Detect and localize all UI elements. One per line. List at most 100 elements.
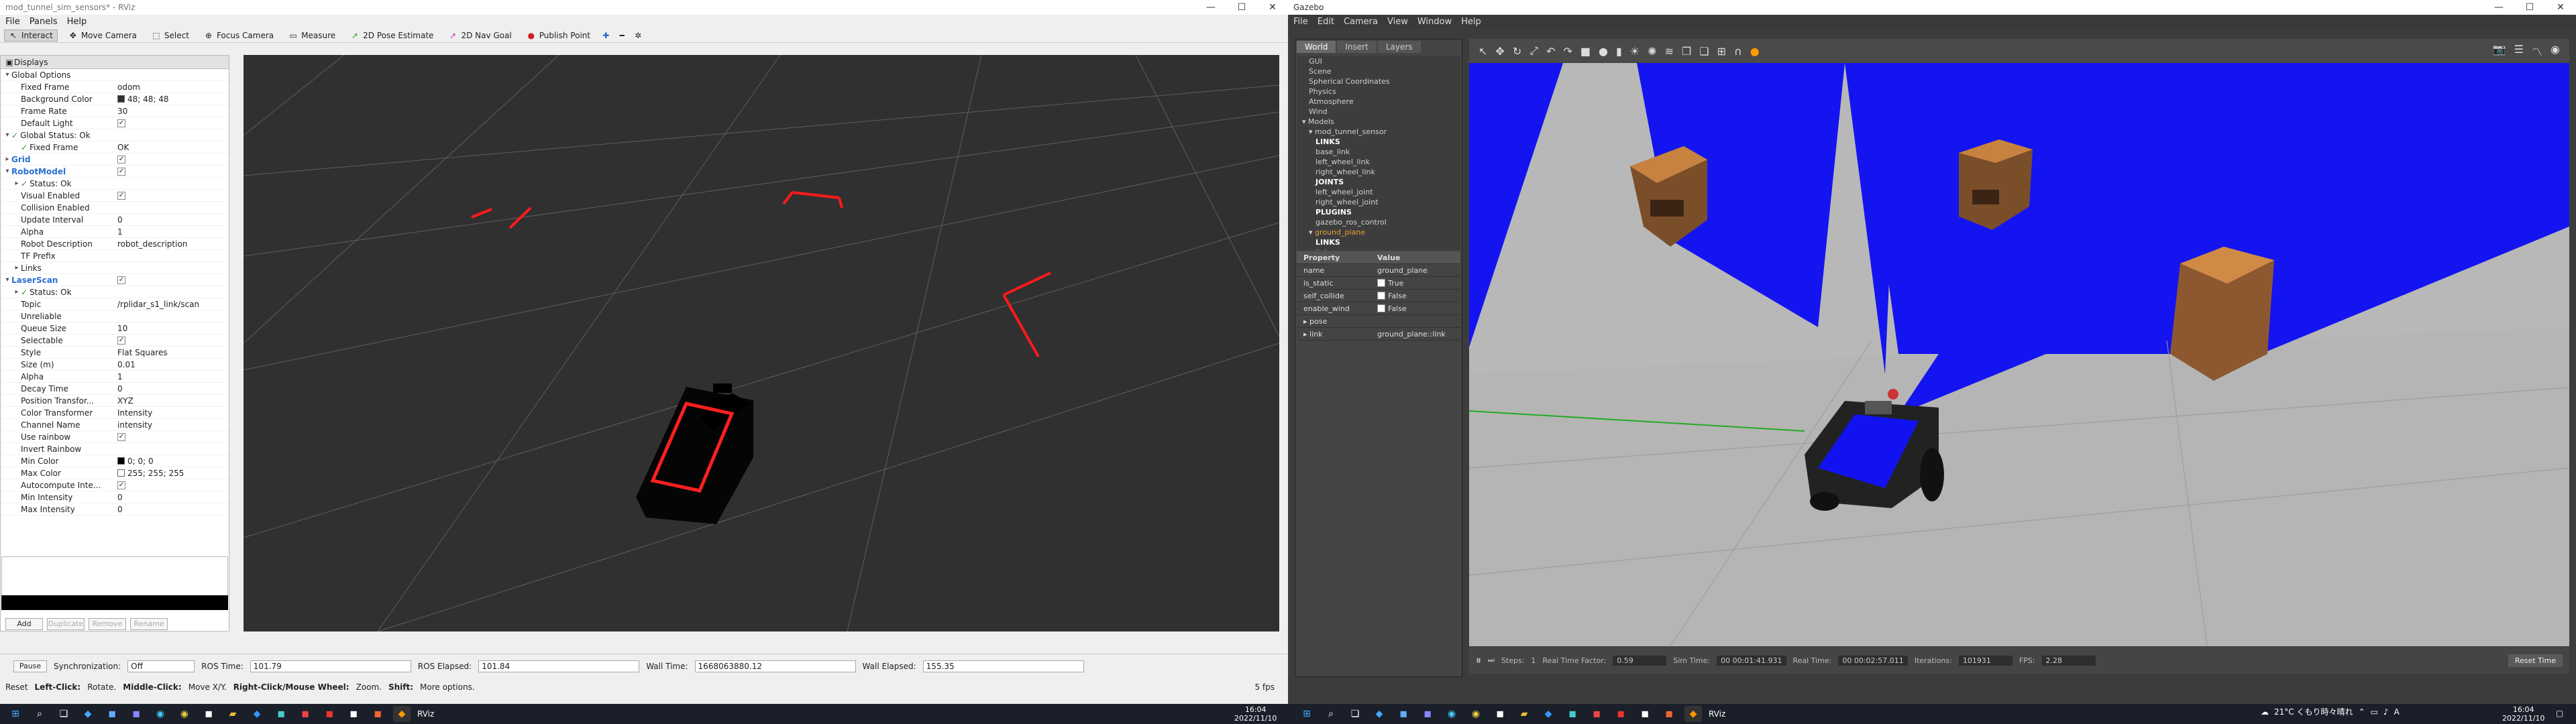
taskview-icon[interactable]: ❏ [1346,706,1364,722]
gazebo-3d-view[interactable] [1469,39,2569,646]
display-row-value[interactable]: intensity [115,420,229,430]
app-icon[interactable]: ◼ [272,706,290,722]
rename-button[interactable]: Rename [130,618,168,630]
settings-icon[interactable]: ✲ [633,31,643,40]
expand-arrow-icon[interactable]: ▸ [13,288,21,296]
expand-arrow-icon[interactable]: ▸ [1303,317,1309,326]
display-row-value[interactable]: 255; 255; 255 [115,469,229,478]
taskview-icon[interactable]: ❏ [55,706,72,722]
checkbox[interactable]: ✓ [117,167,125,176]
vscode-icon[interactable]: ◆ [248,706,266,722]
expand-arrow-icon[interactable]: ▸ [1303,330,1309,339]
tree-item[interactable]: Spherical Coordinates [1302,77,1455,87]
property-row[interactable]: ▸ pose [1297,315,1460,328]
display-row[interactable]: Visual Enabled ✓ [1,190,229,202]
plot-icon[interactable]: 〽 [2532,43,2542,59]
3d-viewport[interactable] [244,55,1279,631]
tree-item[interactable]: PLUGINS [1302,208,1455,218]
ime-icon[interactable]: A [2394,707,2400,717]
reset-time-button[interactable]: Reset Time [2508,654,2563,667]
display-row[interactable]: Style Flat Squares [1,347,229,359]
minimize-icon[interactable]: — [2483,2,2514,13]
app-icon[interactable]: ◼ [103,706,121,722]
display-row-value[interactable]: Flat Squares [115,348,229,357]
play-icon[interactable]: ⏸ [1476,654,1481,667]
display-row[interactable]: Topic/rplidar_s1_link/scan [1,298,229,310]
display-row-value[interactable]: 0 [115,505,229,514]
tree-item[interactable]: Physics [1302,87,1455,97]
checkbox[interactable]: ✓ [117,119,125,127]
display-row-value[interactable]: ✓ [115,191,229,200]
chrome-icon[interactable]: ◉ [176,706,193,722]
move-camera-tool[interactable]: ✥ Move Camera [64,30,141,41]
expand-arrow-icon[interactable]: ▾ [3,276,11,284]
close-icon[interactable]: ✕ [2545,2,2576,13]
video-icon[interactable]: ◉ [2551,43,2560,59]
screenshot-icon[interactable]: 📷 [2493,43,2506,59]
app-icon[interactable]: ◼ [369,706,386,722]
display-row[interactable]: ▸ Grid ✓ [1,154,229,166]
search-icon[interactable]: ⌕ [31,706,48,722]
focus-camera-tool[interactable]: ⊕ Focus Camera [200,30,278,41]
explorer-icon[interactable]: ▰ [1515,706,1533,722]
display-row[interactable]: Color Transformer Intensity [1,407,229,419]
tree-item[interactable]: link [1302,248,1455,250]
display-row[interactable]: Alpha 1 [1,371,229,383]
display-row[interactable]: Use rainbow ✓ [1,431,229,443]
paste-icon[interactable]: ❏ [1699,45,1709,58]
menu-window[interactable]: Window [1417,17,1452,27]
add-button[interactable]: Add [5,618,43,630]
property-row[interactable]: enable_wind False [1297,302,1460,315]
rviz-task-label[interactable]: RViz [417,709,434,719]
tree-item[interactable]: ▾ mod_tunnel_sensor [1302,127,1455,137]
box-icon[interactable]: ■ [1580,45,1591,58]
vscode-icon[interactable]: ◆ [1540,706,1557,722]
windows-start-icon[interactable]: ⊞ [1298,706,1316,722]
interact-tool[interactable]: ↖ Interact [4,29,58,42]
property-row[interactable]: is_static ✓ True [1297,277,1460,290]
cylinder-icon[interactable]: ▮ [1616,45,1622,58]
expand-arrow-icon[interactable]: ▸ [13,180,21,187]
display-row[interactable]: Min Intensity 0 [1,491,229,503]
speaker-icon[interactable]: ♪ [2383,707,2389,717]
display-row[interactable]: ▸ Links [1,262,229,274]
display-row-value[interactable]: ✓ [115,336,229,345]
windows-start-icon[interactable]: ⊞ [7,706,24,722]
minimize-icon[interactable]: — [1195,2,1226,13]
app-icon[interactable]: ◼ [1491,706,1509,722]
display-row[interactable]: Selectable ✓ [1,335,229,347]
reset-button[interactable]: Reset [5,682,28,692]
pose-estimate-tool[interactable]: ➚ 2D Pose Estimate [346,30,437,41]
nav-goal-tool[interactable]: ➚ 2D Nav Goal [444,30,515,41]
tree-arrow-icon[interactable]: ▾ [1309,127,1315,136]
step-icon[interactable]: ⏭ [1488,656,1495,665]
display-row[interactable]: Alpha 1 [1,226,229,238]
display-row[interactable]: Frame Rate 30 [1,105,229,117]
align-icon[interactable]: ⊞ [1717,45,1726,58]
display-row-value[interactable]: 30 [115,107,229,116]
app-icon[interactable]: ◼ [1636,706,1654,722]
tree-item[interactable]: left_wheel_joint [1302,188,1455,198]
tree-item[interactable]: Atmosphere [1302,97,1455,107]
display-row[interactable]: ▸ ✓ Status: Ok [1,178,229,190]
copy-icon[interactable]: ❐ [1682,45,1691,58]
display-row[interactable]: Unreliable [1,310,229,322]
checkbox[interactable] [1377,304,1385,312]
pdf-icon[interactable]: ◼ [1612,706,1629,722]
tree-item[interactable]: left_wheel_link [1302,158,1455,168]
undo-icon[interactable]: ↶ [1546,45,1555,58]
rotate-icon[interactable]: ↻ [1513,45,1521,58]
property-row[interactable]: ▸ link ground_plane::link [1297,328,1460,341]
tree-item[interactable]: Wind [1302,107,1455,117]
display-row-value[interactable]: 0; 0; 0 [115,457,229,466]
display-row[interactable]: Update Interval 0 [1,214,229,226]
checkbox[interactable]: ✓ [117,481,125,489]
publish-point-tool[interactable]: ● Publish Point [523,30,594,41]
network-icon[interactable]: ▭ [2371,707,2378,717]
tree-item[interactable]: ▾ ground_plane [1302,228,1455,238]
menu-view[interactable]: View [1387,17,1408,27]
display-row-value[interactable]: ✓ [115,167,229,176]
expand-arrow-icon[interactable]: ▾ [3,71,11,78]
tree-item[interactable]: right_wheel_joint [1302,198,1455,208]
rviz-task-icon[interactable]: ◆ [1684,706,1702,722]
